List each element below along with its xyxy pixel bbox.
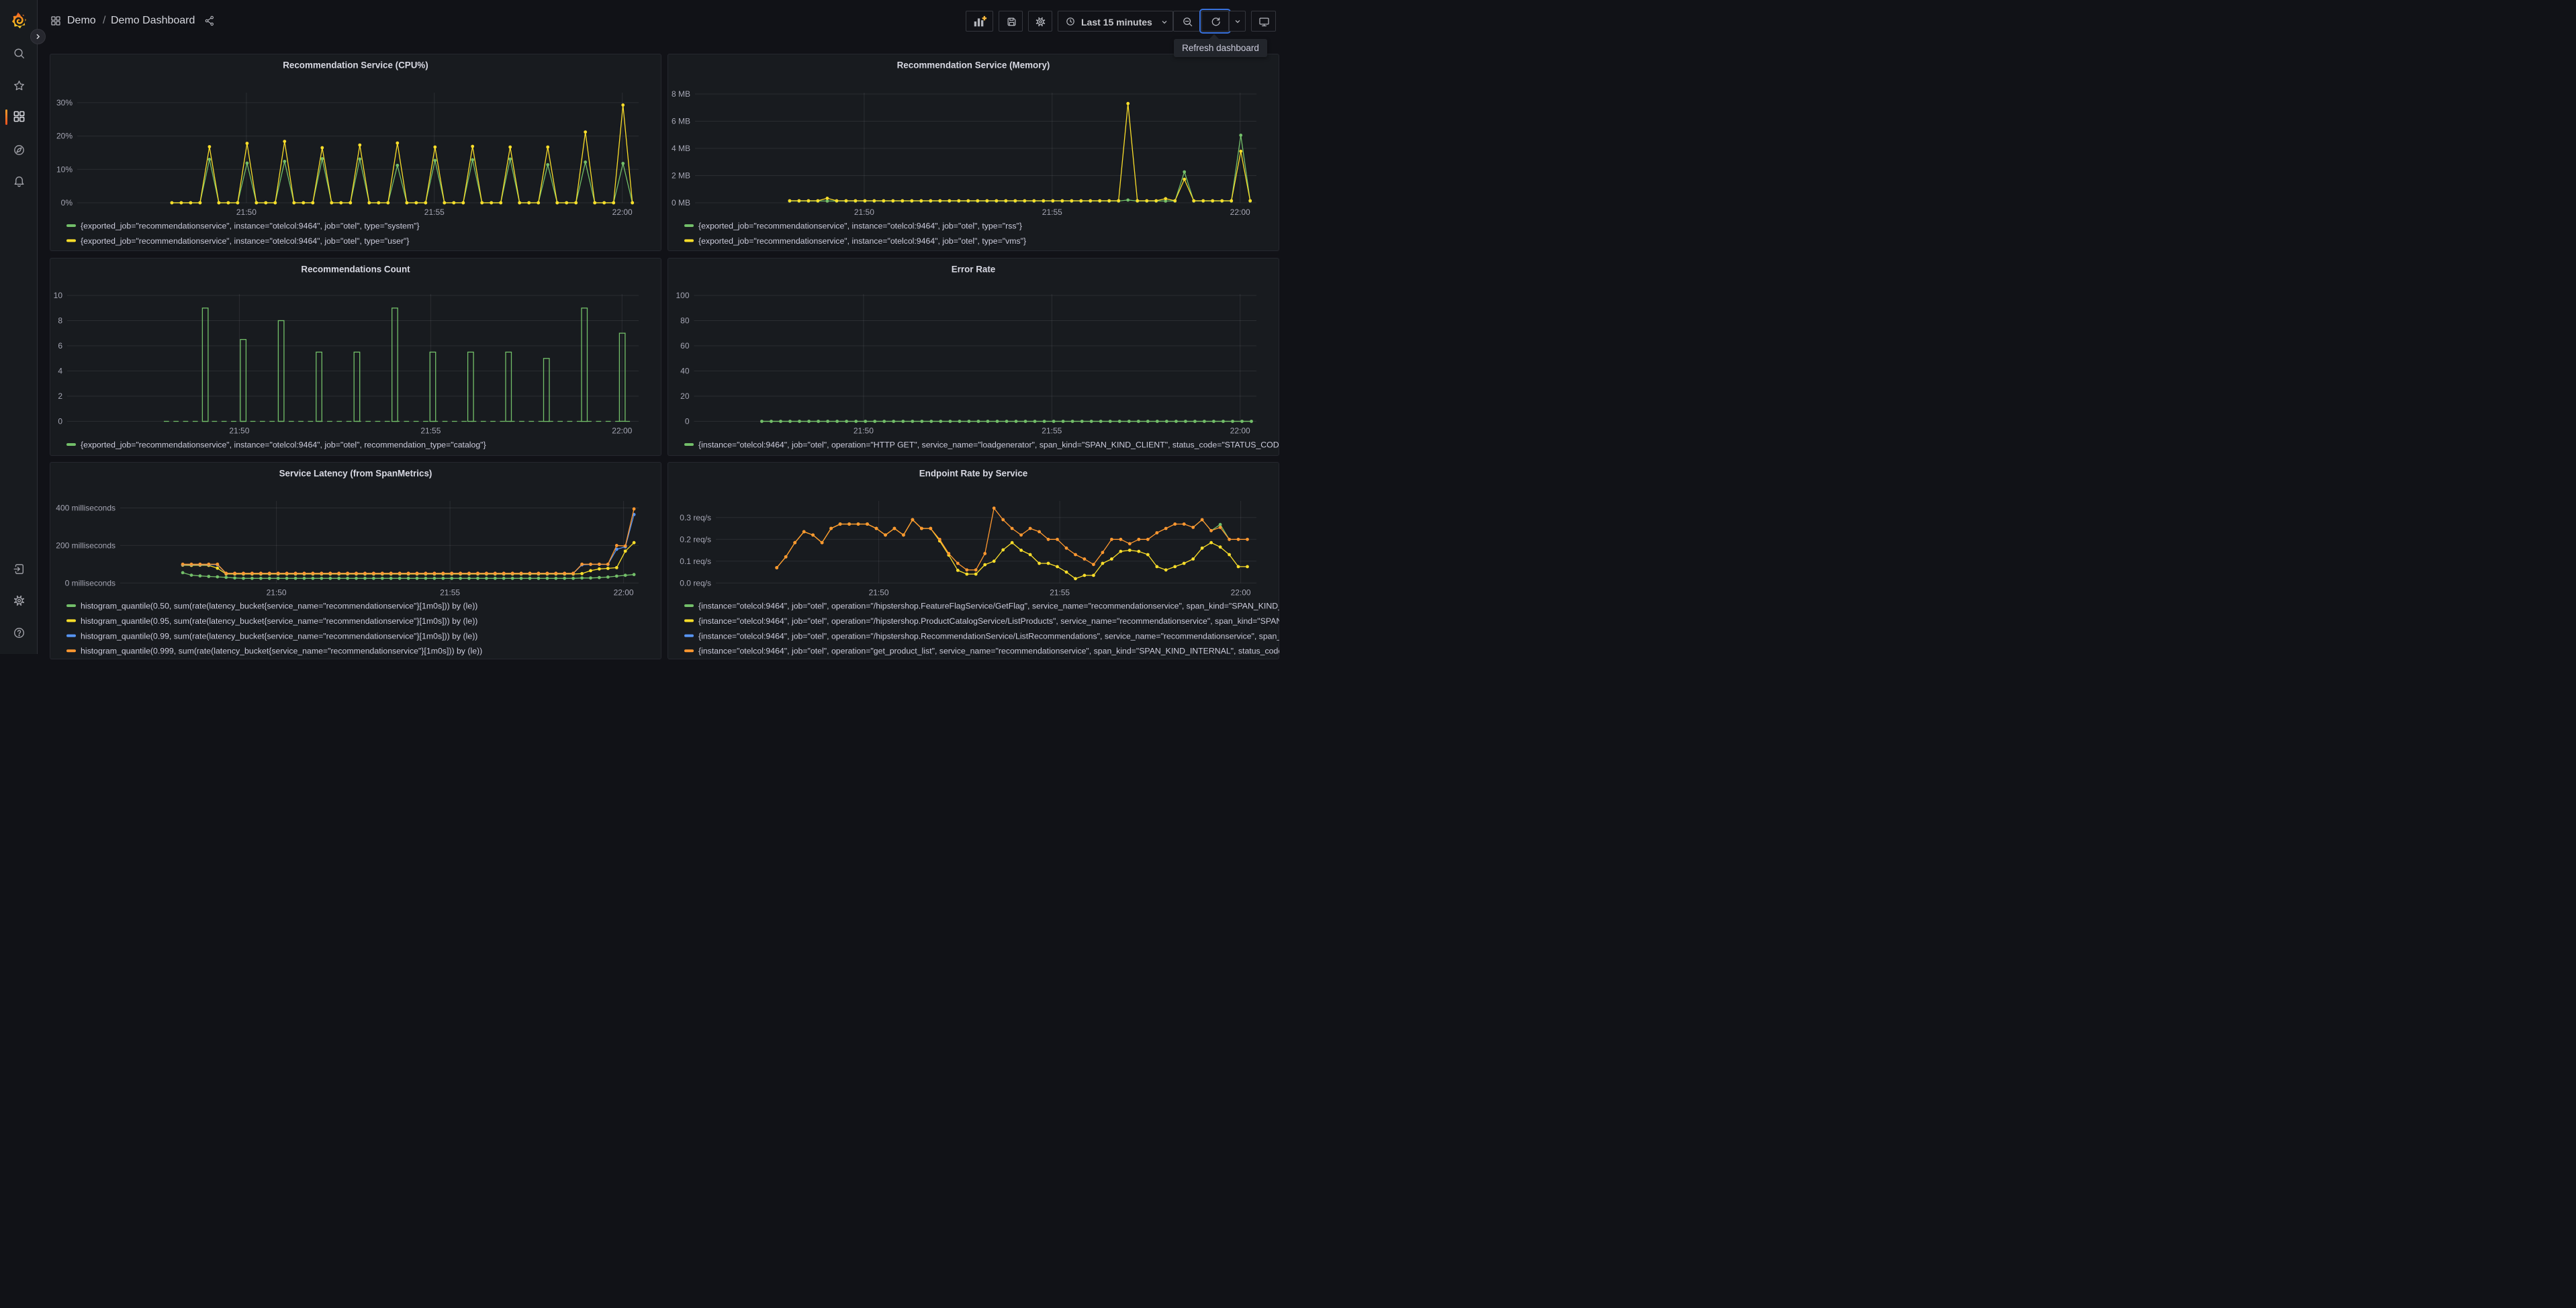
svg-text:21:50: 21:50 [854,426,874,436]
svg-text:40: 40 [680,367,690,376]
svg-text:0%: 0% [61,198,73,207]
svg-text:histogram_quantile(0.95, sum(r: histogram_quantile(0.95, sum(rate(latenc… [81,616,477,626]
svg-text:8: 8 [58,316,62,326]
svg-text:{exported_job="recommendations: {exported_job="recommendationservice", i… [81,222,420,231]
svg-text:2: 2 [58,391,62,401]
svg-text:6 MB: 6 MB [672,117,690,126]
svg-text:Error Rate: Error Rate [952,265,996,275]
svg-text:22:00: 22:00 [612,207,633,217]
svg-text:{instance="otelcol:9464", job=: {instance="otelcol:9464", job="otel", op… [698,616,1279,626]
svg-text:0.0 req/s: 0.0 req/s [680,578,711,588]
svg-text:21:50: 21:50 [854,207,874,217]
svg-text:22:00: 22:00 [614,588,634,597]
svg-text:10: 10 [54,291,63,300]
svg-text:8 MB: 8 MB [672,89,690,99]
svg-text:0: 0 [685,417,690,426]
svg-text:4: 4 [58,367,62,376]
svg-text:Recommendation Service (CPU%): Recommendation Service (CPU%) [283,60,428,71]
svg-text:21:50: 21:50 [236,207,257,217]
svg-text:20%: 20% [56,132,73,141]
svg-text:{instance="otelcol:9464", job=: {instance="otelcol:9464", job="otel", op… [698,647,1279,656]
svg-text:100: 100 [676,291,689,300]
svg-text:Service Latency (from SpanMetr: Service Latency (from SpanMetrics) [279,469,432,479]
svg-text:0: 0 [58,417,62,426]
svg-text:{instance="otelcol:9464", job=: {instance="otelcol:9464", job="otel", op… [698,602,1279,611]
svg-text:Recommendation Service (Memory: Recommendation Service (Memory) [897,60,1050,71]
svg-text:21:55: 21:55 [1042,426,1062,436]
svg-text:80: 80 [680,316,690,326]
svg-text:22:00: 22:00 [1230,207,1250,217]
svg-text:10%: 10% [56,165,73,174]
svg-text:21:50: 21:50 [229,426,249,436]
svg-text:0.2 req/s: 0.2 req/s [680,534,711,544]
svg-text:60: 60 [680,341,690,351]
svg-text:histogram_quantile(0.999, sum(: histogram_quantile(0.999, sum(rate(laten… [81,647,482,656]
svg-text:0.3 req/s: 0.3 req/s [680,513,711,522]
svg-text:21:55: 21:55 [424,207,445,217]
svg-text:Endpoint Rate by Service: Endpoint Rate by Service [919,469,1027,479]
svg-text:22:00: 22:00 [612,426,632,436]
svg-text:{exported_job="recommendations: {exported_job="recommendationservice", i… [81,236,410,246]
svg-text:{exported_job="recommendations: {exported_job="recommendationservice", i… [81,440,486,450]
svg-text:{instance="otelcol:9464", job=: {instance="otelcol:9464", job="otel", op… [698,631,1279,641]
svg-text:4 MB: 4 MB [672,144,690,153]
svg-text:20: 20 [680,391,690,401]
svg-text:21:50: 21:50 [869,588,889,597]
svg-text:2 MB: 2 MB [672,171,690,181]
svg-text:0.1 req/s: 0.1 req/s [680,557,711,566]
svg-text:0 milliseconds: 0 milliseconds [65,578,116,588]
svg-text:histogram_quantile(0.50, sum(r: histogram_quantile(0.50, sum(rate(latenc… [81,602,477,611]
svg-text:200 milliseconds: 200 milliseconds [56,541,116,550]
svg-text:histogram_quantile(0.99, sum(r: histogram_quantile(0.99, sum(rate(latenc… [81,631,477,641]
svg-text:30%: 30% [56,98,73,107]
svg-text:{exported_job="recommendations: {exported_job="recommendationservice", i… [698,236,1026,246]
svg-text:{instance="otelcol:9464", job=: {instance="otelcol:9464", job="otel", op… [698,440,1279,450]
svg-text:Recommendations Count: Recommendations Count [301,265,410,275]
svg-text:0 MB: 0 MB [672,198,690,207]
svg-text:6: 6 [58,341,62,351]
svg-text:21:55: 21:55 [1042,207,1062,217]
svg-text:{exported_job="recommendations: {exported_job="recommendationservice", i… [698,222,1022,231]
svg-text:21:55: 21:55 [440,588,460,597]
svg-text:400 milliseconds: 400 milliseconds [56,504,116,513]
svg-text:22:00: 22:00 [1230,426,1250,436]
svg-text:21:50: 21:50 [267,588,287,597]
svg-text:22:00: 22:00 [1231,588,1251,597]
svg-text:21:55: 21:55 [1050,588,1070,597]
svg-text:21:55: 21:55 [420,426,441,436]
